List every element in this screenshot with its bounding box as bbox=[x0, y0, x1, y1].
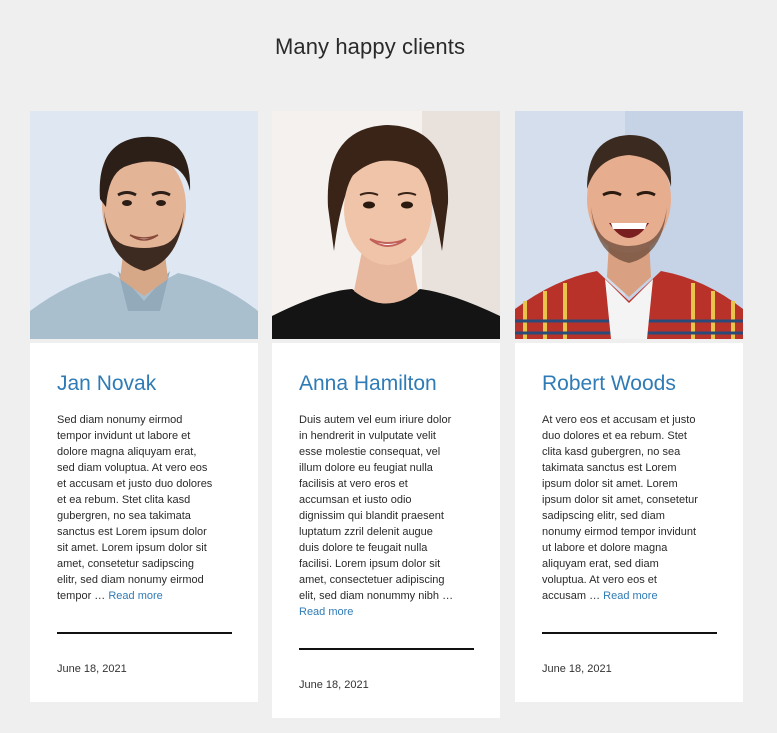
divider bbox=[299, 648, 474, 650]
divider bbox=[57, 632, 232, 634]
read-more-link[interactable]: Read more bbox=[603, 590, 657, 602]
client-excerpt: Sed diam nonumy eirmod tempor invidunt u… bbox=[57, 412, 232, 604]
post-date: June 18, 2021 bbox=[299, 679, 369, 691]
section-title: Many happy clients bbox=[274, 34, 466, 59]
client-card: Robert Woods At vero eos et accusam et j… bbox=[515, 111, 743, 702]
client-photo[interactable] bbox=[272, 111, 500, 343]
client-card: Anna Hamilton Duis autem vel eum iriure … bbox=[272, 111, 500, 718]
post-date: June 18, 2021 bbox=[57, 663, 127, 675]
client-card: Jan Novak Sed diam nonumy eirmod tempor … bbox=[30, 111, 258, 702]
excerpt-text: Duis autem vel eum iriure dolor in hendr… bbox=[299, 414, 454, 602]
post-date: June 18, 2021 bbox=[542, 663, 612, 675]
client-excerpt: At vero eos et accusam et justo duo dolo… bbox=[542, 412, 717, 604]
client-excerpt: Duis autem vel eum iriure dolor in hendr… bbox=[299, 412, 474, 620]
divider bbox=[542, 632, 717, 634]
client-photo[interactable] bbox=[30, 111, 258, 343]
excerpt-text: Sed diam nonumy eirmod tempor invidunt u… bbox=[57, 414, 213, 602]
man-portrait-image bbox=[30, 111, 258, 339]
client-name-link[interactable]: Robert Woods bbox=[542, 371, 717, 397]
read-more-link[interactable]: Read more bbox=[299, 606, 353, 618]
excerpt-text: At vero eos et accusam et justo duo dolo… bbox=[542, 414, 698, 602]
client-name-link[interactable]: Jan Novak bbox=[57, 371, 232, 397]
read-more-link[interactable]: Read more bbox=[108, 590, 162, 602]
man-plaid-portrait-image bbox=[515, 111, 743, 339]
client-photo[interactable] bbox=[515, 111, 743, 343]
client-name-link[interactable]: Anna Hamilton bbox=[299, 371, 474, 397]
woman-portrait-image bbox=[272, 111, 500, 339]
